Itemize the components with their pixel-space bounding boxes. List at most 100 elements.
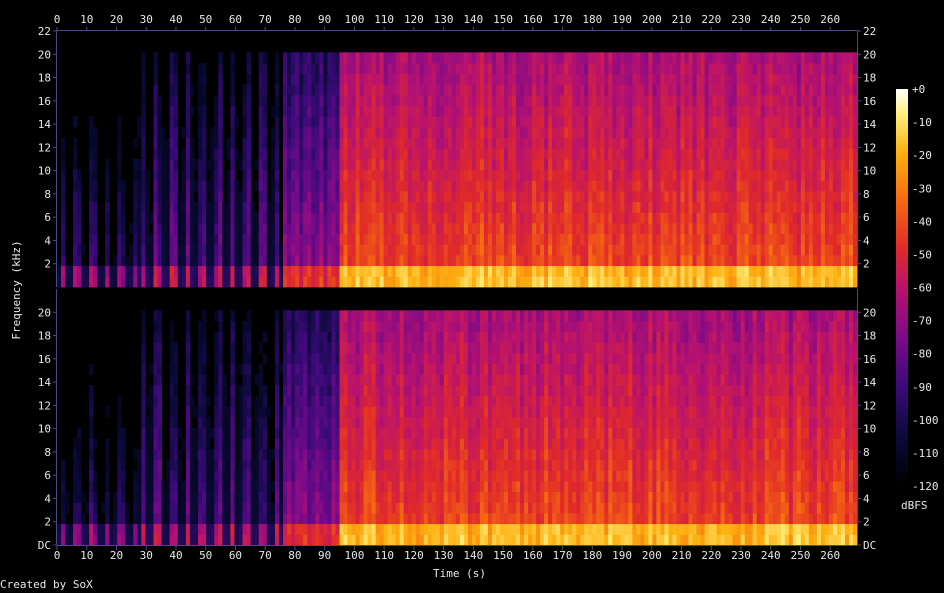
channel-1-cell [576,105,581,117]
channel-2-cell [145,481,150,493]
channel-1-cell [800,105,806,117]
channel-1-cell [608,84,613,96]
channel-1-cell [612,84,617,96]
channel-1-cell [61,244,66,256]
channel-1-cell [165,255,171,267]
channel-1-cell [89,276,94,288]
channel-2-cell [327,523,332,535]
channel-1-cell [804,95,810,107]
channel-1-cell [616,233,621,245]
channel-1-cell [540,276,545,288]
channel-2-cell [351,513,356,525]
channel-1-cell [198,212,203,224]
channel-2-cell [303,417,308,429]
channel-1-cell [756,233,762,245]
channel-1-cell [287,73,292,85]
channel-1-cell [467,105,473,117]
channel-1-cell [696,201,701,213]
channel-1-cell [524,169,529,181]
channel-1-cell [504,116,509,128]
channel-1-cell [796,52,802,64]
channel-2-cell [339,342,344,354]
channel-2-cell [355,470,360,482]
channel-1-cell [664,95,669,107]
channel-1-cell [684,84,689,96]
channel-1-cell [828,255,834,267]
channel-1-cell [548,233,553,245]
channel-2-cell [193,406,199,418]
channel-1-cell [133,159,138,171]
channel-1-cell [520,255,525,267]
channel-2-cell [307,438,312,450]
channel-1-cell [596,159,601,171]
channel-2-cell [157,374,162,386]
channel-1-cell [536,116,541,128]
channel-1-cell [556,148,561,160]
channel-1-cell [161,180,167,192]
channel-1-cell [399,95,405,107]
channel-2-cell [307,395,312,407]
channel-2-cell [323,427,328,439]
channel-1-cell [230,180,235,192]
channel-2-cell [105,513,110,525]
channel-1-cell [772,276,778,288]
channel-2-cell [254,459,260,471]
channel-1-cell [736,244,742,256]
channel-1-cell [812,137,818,149]
channel-1-cell [768,191,774,203]
channel-1-cell [796,180,802,192]
channel-2-cell [315,321,320,333]
channel-1-cell [331,276,336,288]
channel-2-cell [299,331,304,343]
channel-2-cell [339,502,344,514]
channel-2-cell [287,395,292,407]
channel-2-cell [161,523,167,535]
channel-2-cell [295,363,300,375]
channel-2-cell [214,310,219,322]
channel-1-cell [411,116,417,128]
channel-1-cell [772,233,778,245]
channel-1-cell [383,159,389,171]
channel-1-cell [704,127,709,139]
channel-1-cell [427,95,433,107]
channel-2-cell [202,342,207,354]
channel-1-cell [242,201,247,213]
channel-1-cell [848,116,854,128]
channel-1-cell [431,95,437,107]
channel-1-cell [471,159,477,171]
channel-1-cell [258,84,264,96]
channel-2-cell [169,523,175,535]
channel-1-cell [592,169,597,181]
channel-2-cell [218,481,223,493]
channel-1-cell [832,148,838,160]
channel-1-cell [395,148,401,160]
channel-1-cell [652,169,657,181]
channel-1-cell [295,276,300,288]
channel-1-cell [423,95,429,107]
channel-1-cell [399,63,405,75]
channel-1-cell [596,95,601,107]
channel-2-cell [141,342,146,354]
channel-2-cell [339,363,344,375]
channel-1-cell [520,276,525,288]
channel-1-cell [262,233,268,245]
channel-1-cell [580,180,585,192]
channel-1-cell [676,105,681,117]
channel-1-cell [323,223,328,235]
channel-2-cell [222,491,227,503]
channel-1-cell [73,169,78,181]
channel-1-cell [499,244,505,256]
channel-1-cell [399,255,405,267]
channel-1-cell [375,63,381,75]
channel-2-cell [319,491,324,503]
channel-1-cell [105,159,110,171]
channel-1-cell [73,191,78,203]
channel-1-cell [403,276,409,288]
channel-2-cell [222,417,227,429]
channel-1-cell [471,191,477,203]
channel-1-cell [363,148,369,160]
channel-2-cell [331,353,336,365]
channel-1-cell [173,169,179,181]
channel-1-cell [415,223,421,235]
channel-1-cell [141,63,146,75]
